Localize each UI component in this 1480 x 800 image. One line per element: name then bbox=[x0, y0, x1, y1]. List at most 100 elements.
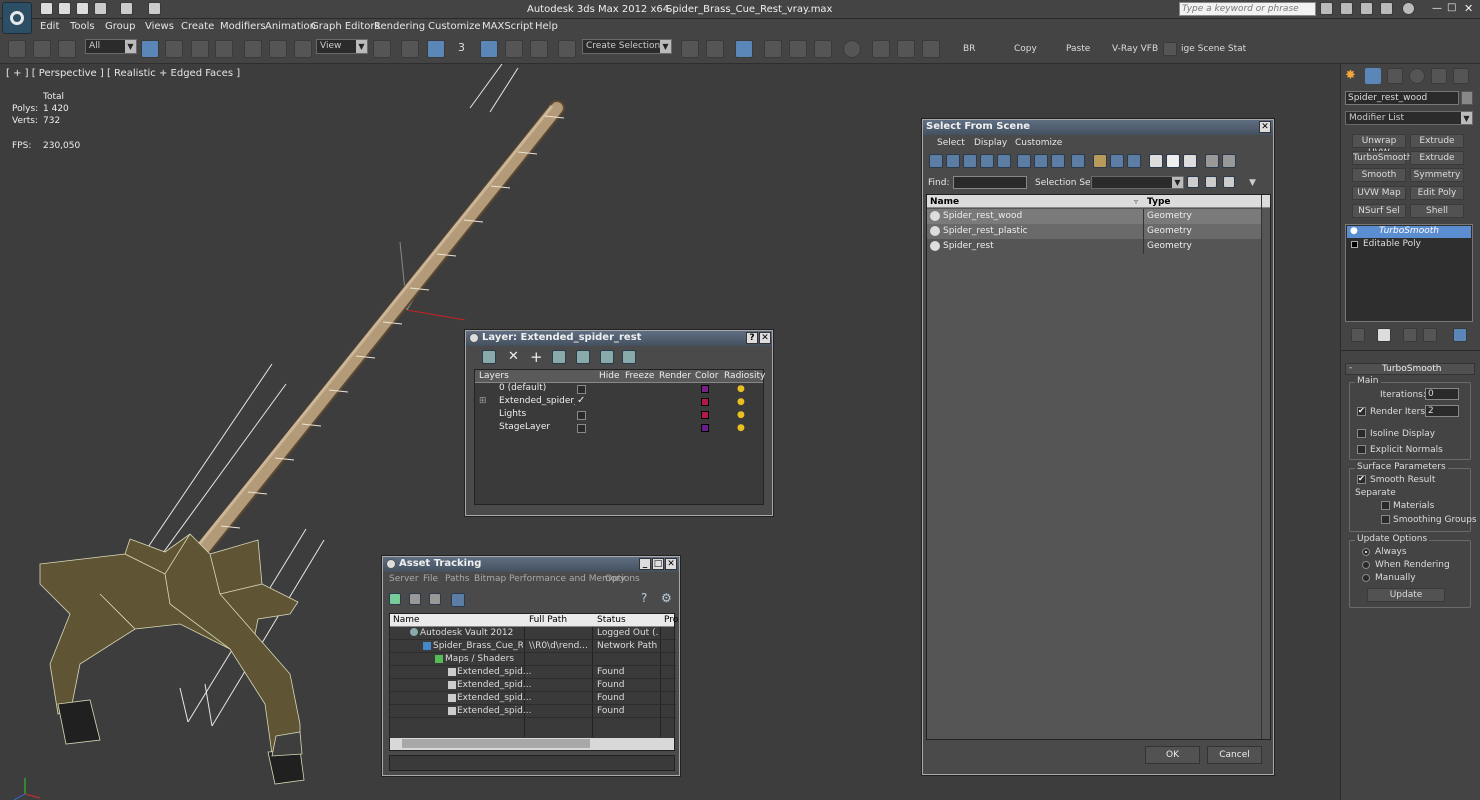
brass-spider-base[interactable] bbox=[39, 533, 305, 785]
col-status[interactable]: Status bbox=[597, 614, 626, 627]
turbosmooth-rollout-header[interactable]: - TurboSmooth bbox=[1345, 363, 1475, 375]
selection-set-remove-icon[interactable] bbox=[1205, 176, 1217, 188]
col-freeze[interactable]: Freeze bbox=[625, 370, 654, 383]
display-cameras-icon[interactable] bbox=[980, 154, 994, 168]
menu-modifiers[interactable]: Modifiers bbox=[220, 21, 266, 32]
menu-views[interactable]: Views bbox=[145, 21, 174, 32]
list-view-icon[interactable] bbox=[409, 593, 421, 605]
schematic-view-icon[interactable] bbox=[814, 40, 832, 58]
object-name-input[interactable]: Spider_rest_wood bbox=[1345, 91, 1459, 105]
menu-animation[interactable]: Animation bbox=[265, 21, 316, 32]
selection-set-add-icon[interactable] bbox=[1187, 176, 1199, 188]
search-input[interactable]: Type a keyword or phrase bbox=[1179, 2, 1316, 16]
select-by-name-icon[interactable] bbox=[165, 40, 183, 58]
select-objects-in-layer-icon[interactable] bbox=[552, 350, 566, 364]
table-row[interactable]: Extended_spid... Found bbox=[390, 666, 676, 679]
modify-tab-icon[interactable] bbox=[1365, 68, 1381, 84]
col-color[interactable]: Color bbox=[695, 370, 719, 383]
display-spacewarps-icon[interactable] bbox=[1017, 154, 1031, 168]
highlight-selected-layer-icon[interactable] bbox=[576, 350, 590, 364]
refresh-icon[interactable] bbox=[389, 593, 401, 605]
asset-menu-server[interactable]: Server bbox=[389, 574, 419, 584]
select-all-icon[interactable] bbox=[1149, 154, 1163, 168]
col-hide[interactable]: Hide bbox=[599, 370, 620, 383]
create-tab-icon[interactable]: ✸ bbox=[1345, 68, 1361, 84]
unlink-icon[interactable] bbox=[33, 40, 51, 58]
modifier-stack[interactable]: ● TurboSmooth Editable Poly bbox=[1345, 224, 1473, 322]
asset-help-icon[interactable]: ? bbox=[641, 591, 647, 605]
asset-menu-paths[interactable]: Paths bbox=[445, 574, 469, 584]
render-production-icon[interactable] bbox=[922, 40, 940, 58]
col-radiosity[interactable]: Radiosity bbox=[724, 370, 765, 383]
subscription-icon[interactable] bbox=[1340, 2, 1353, 15]
select-scene-close-button[interactable]: ✕ bbox=[1259, 121, 1271, 133]
display-hidden-icon[interactable] bbox=[1127, 154, 1141, 168]
extrude-button[interactable]: Extrude bbox=[1410, 134, 1464, 148]
close-button[interactable]: ✕ bbox=[1464, 2, 1473, 15]
radiosity-icon[interactable]: ● bbox=[737, 384, 745, 394]
mirror-icon[interactable] bbox=[681, 40, 699, 58]
radiosity-icon[interactable]: ● bbox=[737, 423, 745, 433]
always-radio[interactable] bbox=[1362, 548, 1370, 556]
new-file-icon[interactable] bbox=[40, 2, 53, 15]
menu-tools[interactable]: Tools bbox=[70, 21, 95, 32]
selection-filter-dropdown[interactable]: All ▼ bbox=[85, 39, 137, 54]
ok-button[interactable]: OK bbox=[1145, 746, 1200, 764]
rollout-collapse-icon[interactable]: - bbox=[1349, 363, 1352, 373]
undo-icon[interactable] bbox=[94, 2, 107, 15]
menu-help[interactable]: Help bbox=[535, 21, 558, 32]
display-xrefs-icon[interactable] bbox=[1051, 154, 1065, 168]
make-unique-icon[interactable] bbox=[1403, 328, 1417, 342]
window-crossing-icon[interactable] bbox=[215, 40, 233, 58]
render-iters-checkbox[interactable] bbox=[1357, 406, 1366, 416]
pivot-center-icon[interactable] bbox=[373, 40, 391, 58]
select-from-scene-dialog[interactable]: Select From Scene ✕ Select Display Custo… bbox=[922, 119, 1274, 775]
asset-menu-file[interactable]: File bbox=[423, 574, 438, 584]
current-layer-checkmark-icon[interactable]: ✓ bbox=[577, 395, 585, 406]
scene-menu-select[interactable]: Select bbox=[937, 138, 965, 148]
move-icon[interactable] bbox=[244, 40, 262, 58]
nsurf-sel-button[interactable]: NSurf Sel bbox=[1352, 204, 1406, 218]
rendered-frame-window-icon[interactable] bbox=[897, 40, 915, 58]
layer-color-swatch[interactable] bbox=[701, 398, 709, 406]
asset-tracking-titlebar[interactable]: Asset Tracking _ □ ✕ bbox=[383, 557, 679, 572]
asset-tracking-dialog[interactable]: Asset Tracking _ □ ✕ Server File Paths B… bbox=[382, 556, 680, 776]
col-full-path[interactable]: Full Path bbox=[529, 614, 567, 627]
col-pro[interactable]: Pro bbox=[664, 614, 678, 627]
display-bones-icon[interactable] bbox=[1071, 154, 1085, 168]
bind-space-warp-icon[interactable] bbox=[58, 40, 76, 58]
horizontal-scrollbar[interactable] bbox=[390, 738, 674, 750]
layer-row[interactable]: 0 (default) ● bbox=[475, 383, 763, 396]
layer-row[interactable]: Lights ● bbox=[475, 409, 763, 422]
display-geometry-icon[interactable] bbox=[929, 154, 943, 168]
display-groups-icon[interactable] bbox=[1034, 154, 1048, 168]
current-layer-checkbox[interactable] bbox=[577, 411, 586, 420]
uvw-map-button[interactable]: UVW Map bbox=[1352, 186, 1406, 200]
delete-layer-icon[interactable]: ✕ bbox=[508, 349, 519, 364]
reference-coordinate-dropdown[interactable]: View ▼ bbox=[316, 39, 368, 54]
asset-table[interactable]: Name Full Path Status Pro Autodesk Vault… bbox=[389, 613, 678, 751]
edit-poly-button[interactable]: Edit Poly bbox=[1410, 186, 1464, 200]
manually-radio[interactable] bbox=[1362, 574, 1370, 582]
lightbulb-icon[interactable]: ● bbox=[1350, 226, 1358, 236]
layer-dialog[interactable]: Layer: Extended_spider_rest ? ✕ ✕ + Laye… bbox=[465, 330, 773, 516]
when-rendering-radio[interactable] bbox=[1362, 561, 1370, 569]
render-setup-icon[interactable] bbox=[872, 40, 890, 58]
binoculars-icon[interactable] bbox=[1320, 2, 1333, 15]
display-shapes-icon[interactable] bbox=[946, 154, 960, 168]
scene-object-list[interactable]: Name ▿ Type Spider_rest_wood Geometry Sp… bbox=[926, 194, 1271, 740]
unwrap-uvw-button[interactable]: Unwrap UVW bbox=[1352, 134, 1406, 158]
vray-vfb-button[interactable]: V-Ray VFB bbox=[1112, 44, 1158, 54]
asset-menu-bitmap[interactable]: Bitmap Performance and Memory bbox=[474, 574, 625, 584]
modifier-list-dropdown[interactable]: Modifier List ▼ bbox=[1345, 111, 1473, 125]
col-layers[interactable]: Layers bbox=[479, 370, 509, 383]
display-tab-icon[interactable] bbox=[1431, 68, 1447, 84]
selection-set-dropdown[interactable]: ▼ bbox=[1091, 176, 1184, 189]
select-manipulate-icon[interactable] bbox=[401, 40, 419, 58]
table-row[interactable]: Extended_spid... Found bbox=[390, 679, 676, 692]
layer-color-swatch[interactable] bbox=[701, 411, 709, 419]
copy-button[interactable]: Copy bbox=[1014, 44, 1037, 54]
named-selection-set-dropdown[interactable]: Create Selection Se ▼ bbox=[582, 39, 672, 54]
table-view-icon[interactable] bbox=[451, 593, 465, 607]
pin-stack-icon[interactable] bbox=[1351, 328, 1365, 342]
